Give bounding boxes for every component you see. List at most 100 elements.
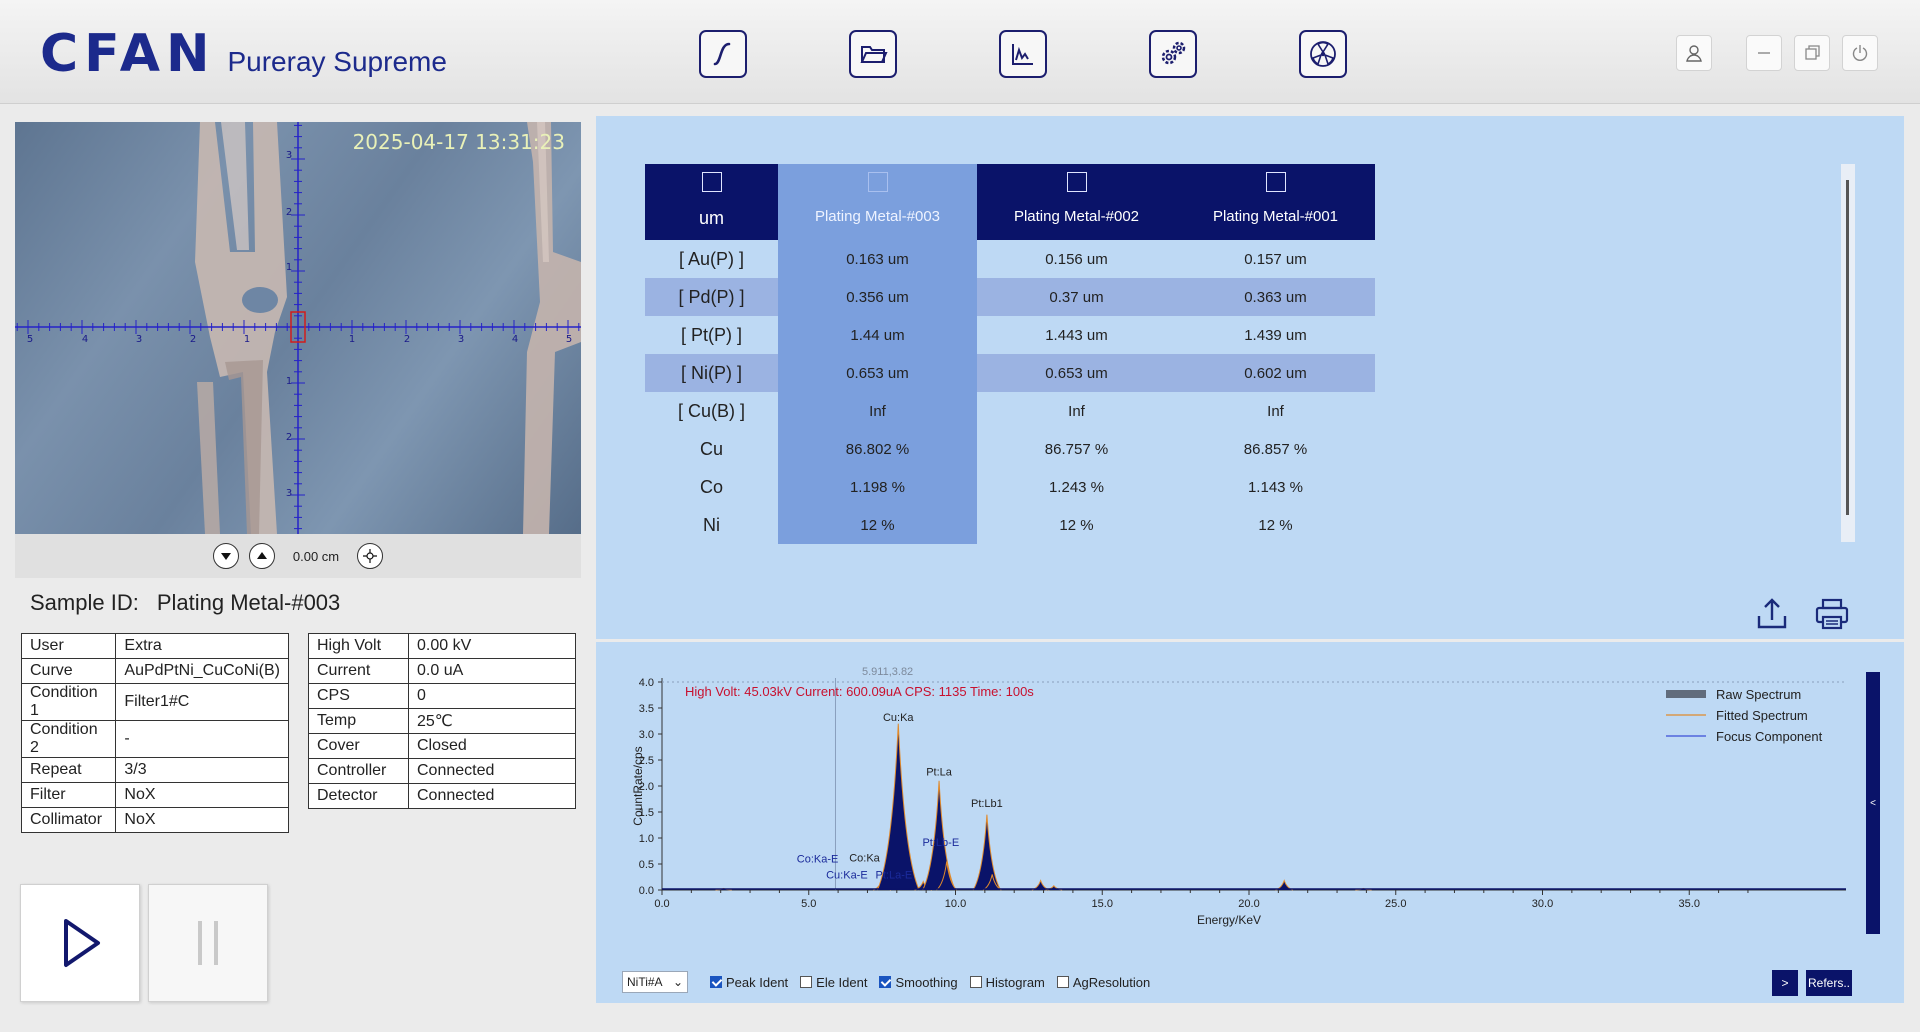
info-label: User xyxy=(20,633,117,659)
result-cell: Inf xyxy=(1267,402,1284,420)
x-tick-label: 30.0 xyxy=(1532,898,1553,910)
result-row: [ Au(P) ] 0.163 um 0.156 um 0.157 um xyxy=(645,240,1375,278)
spectrum-side-tab[interactable]: < xyxy=(1866,672,1880,934)
stage-distance: 0.00 cm xyxy=(292,548,340,564)
restore-button[interactable] xyxy=(1794,35,1830,71)
checkbox-box[interactable] xyxy=(710,976,722,988)
result-row: Cu 86.802 % 86.757 % 86.857 % xyxy=(645,430,1375,468)
results-scrollbar-thumb[interactable] xyxy=(1846,180,1849,515)
info-row: Condition 1 Filter1#C xyxy=(20,683,289,721)
spectrum-chart[interactable]: 0.00.51.01.52.02.53.03.54.00.0 5.0 10.0 15.… xyxy=(596,642,1904,968)
result-cell: 1.198 % xyxy=(778,468,977,506)
info-value: NoX xyxy=(115,782,289,808)
info-row: CPS 0 xyxy=(308,683,576,709)
y-tick-label: 3.0 xyxy=(639,729,654,741)
info-label: CPS xyxy=(308,683,409,709)
crosshair-icon xyxy=(363,549,378,563)
pause-measurement-button[interactable] xyxy=(148,884,268,1002)
power-button[interactable] xyxy=(1842,35,1878,71)
next-button[interactable]: > xyxy=(1772,970,1798,996)
result-cell: 0.602 um xyxy=(1176,354,1375,392)
result-column-header[interactable]: Plating Metal-#002 xyxy=(977,164,1176,240)
result-cell: 0.653 um xyxy=(977,354,1176,392)
checkbox-box[interactable] xyxy=(969,976,982,988)
spectrum-options: NiTi#A ⌄ Peak Ident Ele Ident Smoothing His… xyxy=(622,970,1162,994)
info-row: Condition 2- xyxy=(20,720,289,758)
y-tick-label: 1.0 xyxy=(639,833,654,845)
info-value: 0.00 kV xyxy=(408,633,576,659)
legend-fitted: Fitted Spectrum xyxy=(1716,708,1808,723)
x-tick-label: 25.0 xyxy=(1385,898,1406,910)
reticle-x-label: 5 xyxy=(566,334,572,345)
print-icon[interactable] xyxy=(1814,596,1850,632)
camera-panel: 5 4 3 2 1 1 2 3 4 5 3 2 1 1 2 3 2025-04-17 13:31:23 0.… xyxy=(15,122,581,578)
info-value: - xyxy=(115,720,289,758)
info-row: Current 0.0 uA xyxy=(308,658,576,684)
folder-icon xyxy=(860,46,888,63)
reticle-y-label: 2 xyxy=(286,207,292,218)
info-row: Controller Connected xyxy=(308,758,576,784)
camera-view[interactable]: 5 4 3 2 1 1 2 3 4 5 3 2 1 1 2 3 2025-04-17 13:31:23 xyxy=(15,122,581,534)
reticle-x-label: 1 xyxy=(349,334,355,345)
option-checkbox[interactable]: Histogram xyxy=(969,975,1045,990)
spectrum-panel: 0.0 0.5 1.0 1.5 2.0 2.5 3.0 3.5 4.0 0.0 5.0 10.0 15.… xyxy=(596,642,1904,1003)
refer-button[interactable]: Refers.. xyxy=(1806,970,1852,996)
y-tick-label: 0.0 xyxy=(639,885,654,897)
open-file-button[interactable] xyxy=(849,30,897,78)
curve-button[interactable] xyxy=(699,30,747,78)
column-select-checkbox[interactable] xyxy=(1265,172,1286,192)
column-sample-name: Plating Metal-#002 xyxy=(1013,208,1140,225)
result-cell: 1.143 % xyxy=(1247,478,1304,496)
checkbox-box[interactable] xyxy=(879,976,892,988)
option-checkbox[interactable]: Smoothing xyxy=(879,975,958,990)
element-label: [ Ni(P) ] xyxy=(645,354,778,392)
info-label: Condition 1 xyxy=(20,683,117,721)
pause-icon xyxy=(198,921,218,965)
column-select-checkbox[interactable] xyxy=(867,172,888,192)
minimize-icon xyxy=(1758,52,1770,54)
info-row: Temp 25℃ xyxy=(308,708,576,734)
option-checkbox[interactable]: Ele Ident xyxy=(800,975,867,990)
peak-annotation: Pt:Lb1 xyxy=(971,798,1003,810)
element-label: [ Cu(B) ] xyxy=(677,400,745,421)
column-sample-name: Plating Metal-#001 xyxy=(1212,208,1339,225)
checkbox-box[interactable] xyxy=(1056,976,1069,988)
user-button[interactable] xyxy=(1676,35,1712,71)
result-cell: 1.44 um xyxy=(778,316,977,354)
info-row: User Extra xyxy=(20,633,289,659)
result-cell: 86.802 % xyxy=(778,430,977,468)
option-checkboxes: Peak Ident Ele Ident Smoothing Histogram AgR… xyxy=(710,975,1162,990)
stage-down-button[interactable] xyxy=(212,543,239,569)
checkbox-box[interactable] xyxy=(800,976,813,988)
info-value: 0.0 uA xyxy=(408,658,576,684)
start-measurement-button[interactable] xyxy=(20,884,140,1002)
option-checkbox[interactable]: AgResolution xyxy=(1056,975,1150,990)
info-label: Filter xyxy=(20,782,117,808)
standard-select[interactable]: NiTi#A ⌄ xyxy=(622,971,688,993)
select-all-checkbox[interactable] xyxy=(701,172,722,192)
spectrum-peak xyxy=(877,723,920,890)
triangle-down-icon xyxy=(220,553,231,560)
focus-center-button[interactable] xyxy=(357,543,384,569)
minimize-button[interactable] xyxy=(1746,35,1782,71)
export-icon[interactable] xyxy=(1754,596,1790,632)
radiation-button[interactable] xyxy=(1299,30,1347,78)
reticle-x-label: 4 xyxy=(82,334,88,345)
x-tick-label: 15.0 xyxy=(1092,898,1113,910)
result-cell: Inf xyxy=(1068,402,1085,420)
column-select-checkbox[interactable] xyxy=(1066,172,1087,192)
spectrum-icon xyxy=(1012,44,1033,65)
x-tick-label: 35.0 xyxy=(1679,898,1700,910)
result-column-header[interactable]: Plating Metal-#003 xyxy=(778,164,977,240)
reticle-x-label: 4 xyxy=(512,334,518,345)
element-label: Co xyxy=(699,476,723,497)
result-row: [ Pd(P) ] 0.356 um 0.37 um 0.363 um xyxy=(645,278,1375,316)
settings-button[interactable] xyxy=(1149,30,1197,78)
spectrum-button[interactable] xyxy=(999,30,1047,78)
results-scrollbar[interactable] xyxy=(1841,164,1855,542)
result-cell: 12 % xyxy=(1258,516,1293,534)
stage-up-button[interactable] xyxy=(248,543,275,569)
result-column-header[interactable]: Plating Metal-#001 xyxy=(1176,164,1375,240)
play-icon xyxy=(64,919,100,967)
option-checkbox[interactable]: Peak Ident xyxy=(710,975,788,990)
